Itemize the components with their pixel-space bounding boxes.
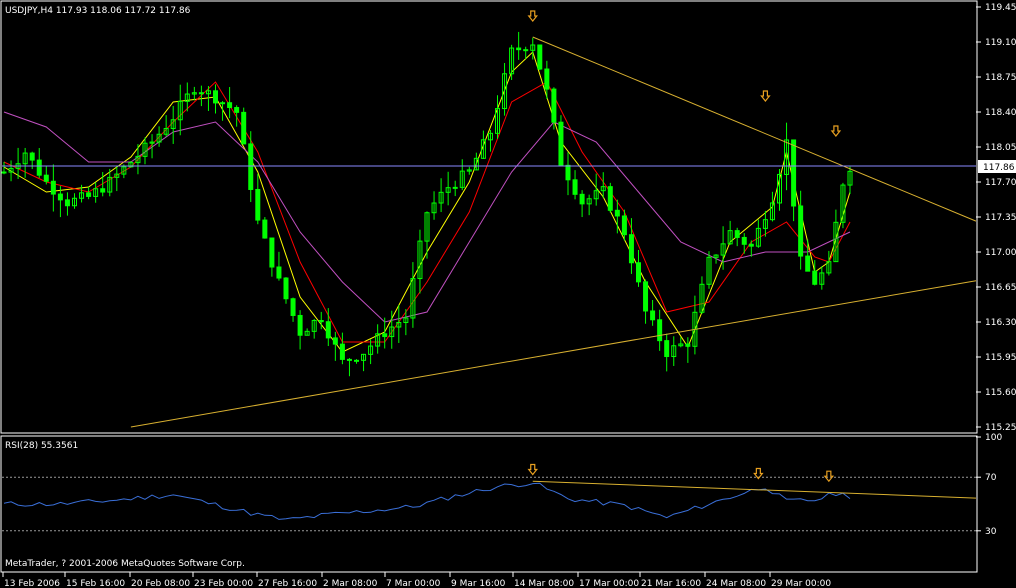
current-price-label: 117.86 bbox=[978, 160, 1016, 173]
time-tick-label: 15 Feb 16:00 bbox=[66, 579, 125, 588]
candle-body bbox=[290, 298, 296, 316]
candle-body bbox=[346, 358, 352, 361]
time-tick-label: 13 Feb 2006 bbox=[4, 579, 60, 588]
time-tick-label: 2 Mar 08:00 bbox=[323, 579, 378, 588]
price-tick-label: 119.10 bbox=[985, 38, 1016, 48]
candle-body bbox=[318, 320, 324, 323]
price-tick-label: 118.05 bbox=[985, 143, 1016, 153]
rsi-label: RSI(28) 55.3561 bbox=[5, 441, 78, 451]
candle-body bbox=[579, 193, 585, 205]
candle-body bbox=[43, 174, 49, 182]
price-tick-label: 117.35 bbox=[985, 213, 1016, 223]
price-tick-label: 117.00 bbox=[985, 248, 1016, 258]
candle-body bbox=[748, 243, 754, 247]
price-tick-label: 117.70 bbox=[985, 178, 1016, 188]
price-tick-label: 118.75 bbox=[985, 73, 1016, 83]
candle-body bbox=[628, 234, 634, 264]
time-tick-label: 7 Mar 00:00 bbox=[386, 579, 441, 588]
candle-body bbox=[100, 188, 106, 193]
candle-body bbox=[283, 277, 289, 300]
candle-body bbox=[57, 193, 63, 201]
candle-body bbox=[29, 152, 35, 161]
candle-body bbox=[798, 205, 804, 257]
candle-body bbox=[198, 92, 204, 95]
candle-body bbox=[734, 230, 740, 238]
candle-body bbox=[558, 121, 564, 166]
time-tick-label: 17 Mar 00:00 bbox=[579, 579, 639, 588]
copyright-text: MetaTrader, ? 2001-2006 MetaQuotes Softw… bbox=[5, 559, 245, 569]
candle-body bbox=[614, 209, 620, 217]
candle-body bbox=[255, 188, 261, 221]
candle-body bbox=[544, 68, 550, 90]
candle-body bbox=[50, 180, 56, 195]
time-tick-label: 9 Mar 16:00 bbox=[451, 579, 506, 588]
candle-body bbox=[269, 237, 275, 268]
candle-body bbox=[551, 88, 557, 123]
time-tick-label: 23 Feb 00:00 bbox=[194, 579, 253, 588]
price-tick-label: 115.60 bbox=[985, 388, 1016, 398]
time-tick-label: 21 Mar 16:00 bbox=[641, 579, 701, 588]
candle-body bbox=[643, 281, 649, 312]
current-price-value: 117.86 bbox=[983, 163, 1015, 173]
candle-body bbox=[227, 102, 233, 109]
candle-body bbox=[36, 159, 42, 176]
candle-body bbox=[685, 343, 691, 347]
candle-body bbox=[64, 199, 70, 207]
candle-body bbox=[276, 266, 282, 279]
candle-body bbox=[86, 192, 92, 197]
candle-body bbox=[741, 236, 747, 245]
time-tick-label: 20 Feb 08:00 bbox=[131, 579, 190, 588]
candle-body bbox=[572, 179, 578, 195]
price-tick-label: 116.65 bbox=[985, 283, 1016, 293]
candle-body bbox=[452, 186, 458, 189]
candle-body bbox=[537, 44, 543, 70]
candle-body bbox=[262, 219, 268, 239]
candle-body bbox=[297, 314, 303, 336]
candle-body bbox=[657, 319, 663, 342]
candle-body bbox=[354, 359, 359, 362]
candle-body bbox=[248, 143, 254, 190]
candle-body bbox=[650, 310, 656, 321]
candle-body bbox=[1, 171, 7, 174]
candle-body bbox=[621, 215, 627, 236]
candle-body bbox=[325, 321, 331, 339]
time-tick-label: 29 Mar 00:00 bbox=[771, 579, 831, 588]
price-tick-label: 119.45 bbox=[985, 3, 1016, 13]
symbol-ohlc-label: USDJPY,H4 117.93 118.06 117.72 117.86 bbox=[5, 6, 191, 16]
candle-body bbox=[339, 343, 345, 360]
candle-body bbox=[213, 90, 218, 104]
candle-body bbox=[565, 164, 571, 181]
candle-body bbox=[516, 47, 522, 51]
candle-body bbox=[234, 107, 240, 113]
candle-body bbox=[607, 186, 613, 211]
time-tick-label: 27 Feb 16:00 bbox=[258, 579, 317, 588]
candle-body bbox=[332, 337, 338, 345]
price-tick-label: 118.40 bbox=[985, 108, 1016, 118]
candle-body bbox=[664, 340, 670, 358]
candle-body bbox=[636, 262, 641, 283]
candle-body bbox=[791, 139, 797, 207]
time-tick-label: 14 Mar 08:00 bbox=[514, 579, 574, 588]
candle-body bbox=[805, 255, 811, 272]
chart-canvas[interactable]: 119.45 119.10 118.75 118.40 118.05 117.70 117.… bbox=[0, 0, 1016, 588]
candle-body bbox=[220, 102, 226, 105]
rsi-tick-label: 70 bbox=[985, 473, 997, 483]
rsi-tick-label: 30 bbox=[985, 527, 997, 537]
price-tick-label: 116.30 bbox=[985, 318, 1016, 328]
candle-body bbox=[241, 111, 247, 145]
chart-background bbox=[0, 0, 1016, 588]
price-tick-label: 115.25 bbox=[985, 423, 1016, 433]
candle-body bbox=[812, 270, 818, 285]
price-tick-label: 115.95 bbox=[985, 353, 1016, 363]
rsi-tick-label: 100 bbox=[985, 433, 1002, 443]
candle-body bbox=[523, 49, 529, 52]
time-tick-label: 24 Mar 08:00 bbox=[706, 579, 766, 588]
candle-body bbox=[382, 333, 388, 338]
